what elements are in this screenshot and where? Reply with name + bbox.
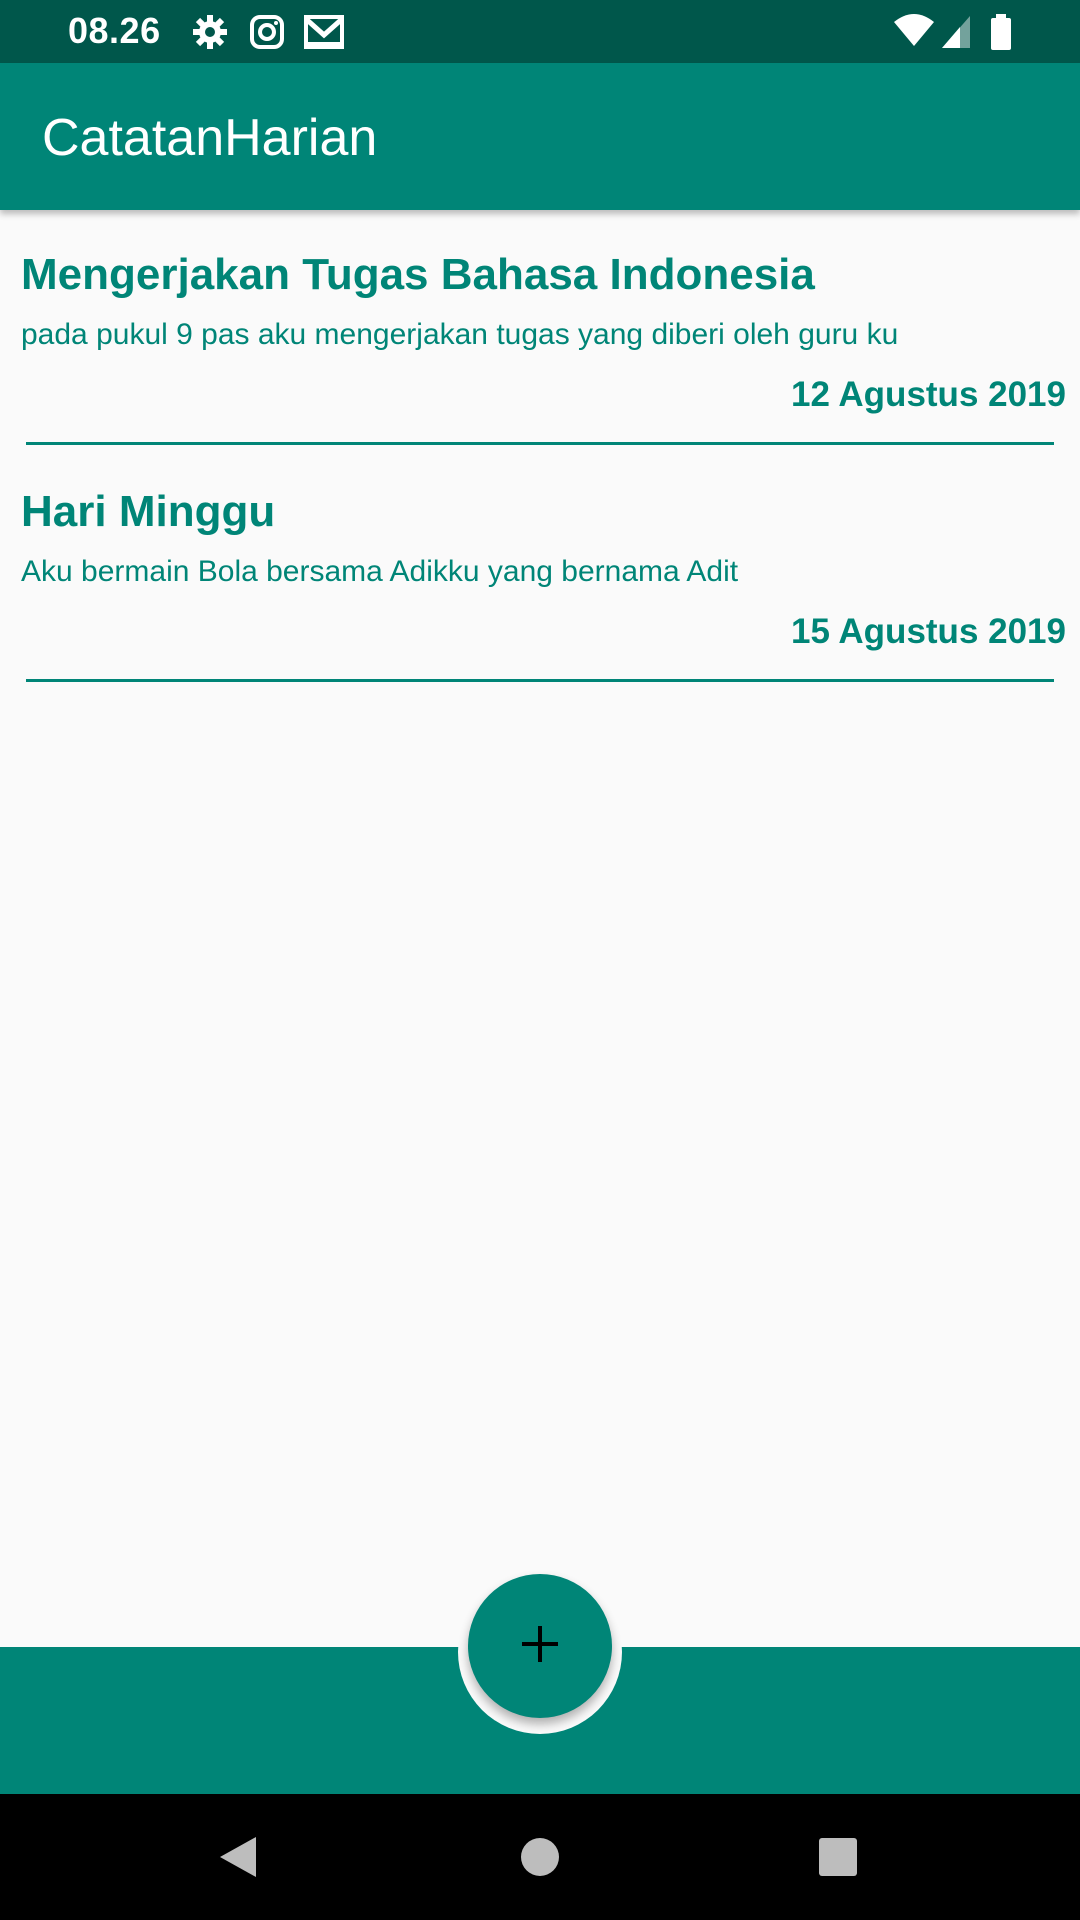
note-item[interactable]: Mengerjakan Tugas Bahasa Indonesia pada … <box>0 210 1080 447</box>
note-title: Hari Minggu <box>21 487 276 536</box>
notes-list: Mengerjakan Tugas Bahasa Indonesia pada … <box>0 210 1080 1647</box>
home-icon[interactable] <box>508 1825 572 1889</box>
note-item[interactable]: Hari Minggu Aku bermain Bola bersama Adi… <box>0 447 1080 684</box>
note-body: Aku bermain Bola bersama Adikku yang ber… <box>21 555 739 588</box>
note-date: 12 Agustus 2019 <box>791 375 1066 414</box>
instagram-icon <box>247 12 287 52</box>
note-date: 15 Agustus 2019 <box>791 612 1066 651</box>
note-body: pada pukul 9 pas aku mengerjakan tugas y… <box>21 318 899 351</box>
back-icon[interactable] <box>206 1825 270 1889</box>
note-divider <box>26 442 1054 445</box>
plus-icon <box>518 1622 562 1671</box>
recents-icon[interactable] <box>806 1825 870 1889</box>
app-bar: CatatanHarian <box>0 63 1080 210</box>
gear-icon <box>190 12 230 52</box>
status-bar: 08.26 <box>0 0 1080 63</box>
navigation-bar <box>0 1794 1080 1920</box>
note-divider <box>26 679 1054 682</box>
note-title: Mengerjakan Tugas Bahasa Indonesia <box>21 250 815 299</box>
cellular-signal-icon <box>938 12 978 52</box>
gmail-icon <box>303 12 344 52</box>
app-title: CatatanHarian <box>42 109 378 167</box>
add-note-button[interactable] <box>468 1574 612 1718</box>
status-time: 08.26 <box>68 10 161 51</box>
wifi-icon <box>892 12 936 52</box>
battery-icon <box>988 12 1014 52</box>
